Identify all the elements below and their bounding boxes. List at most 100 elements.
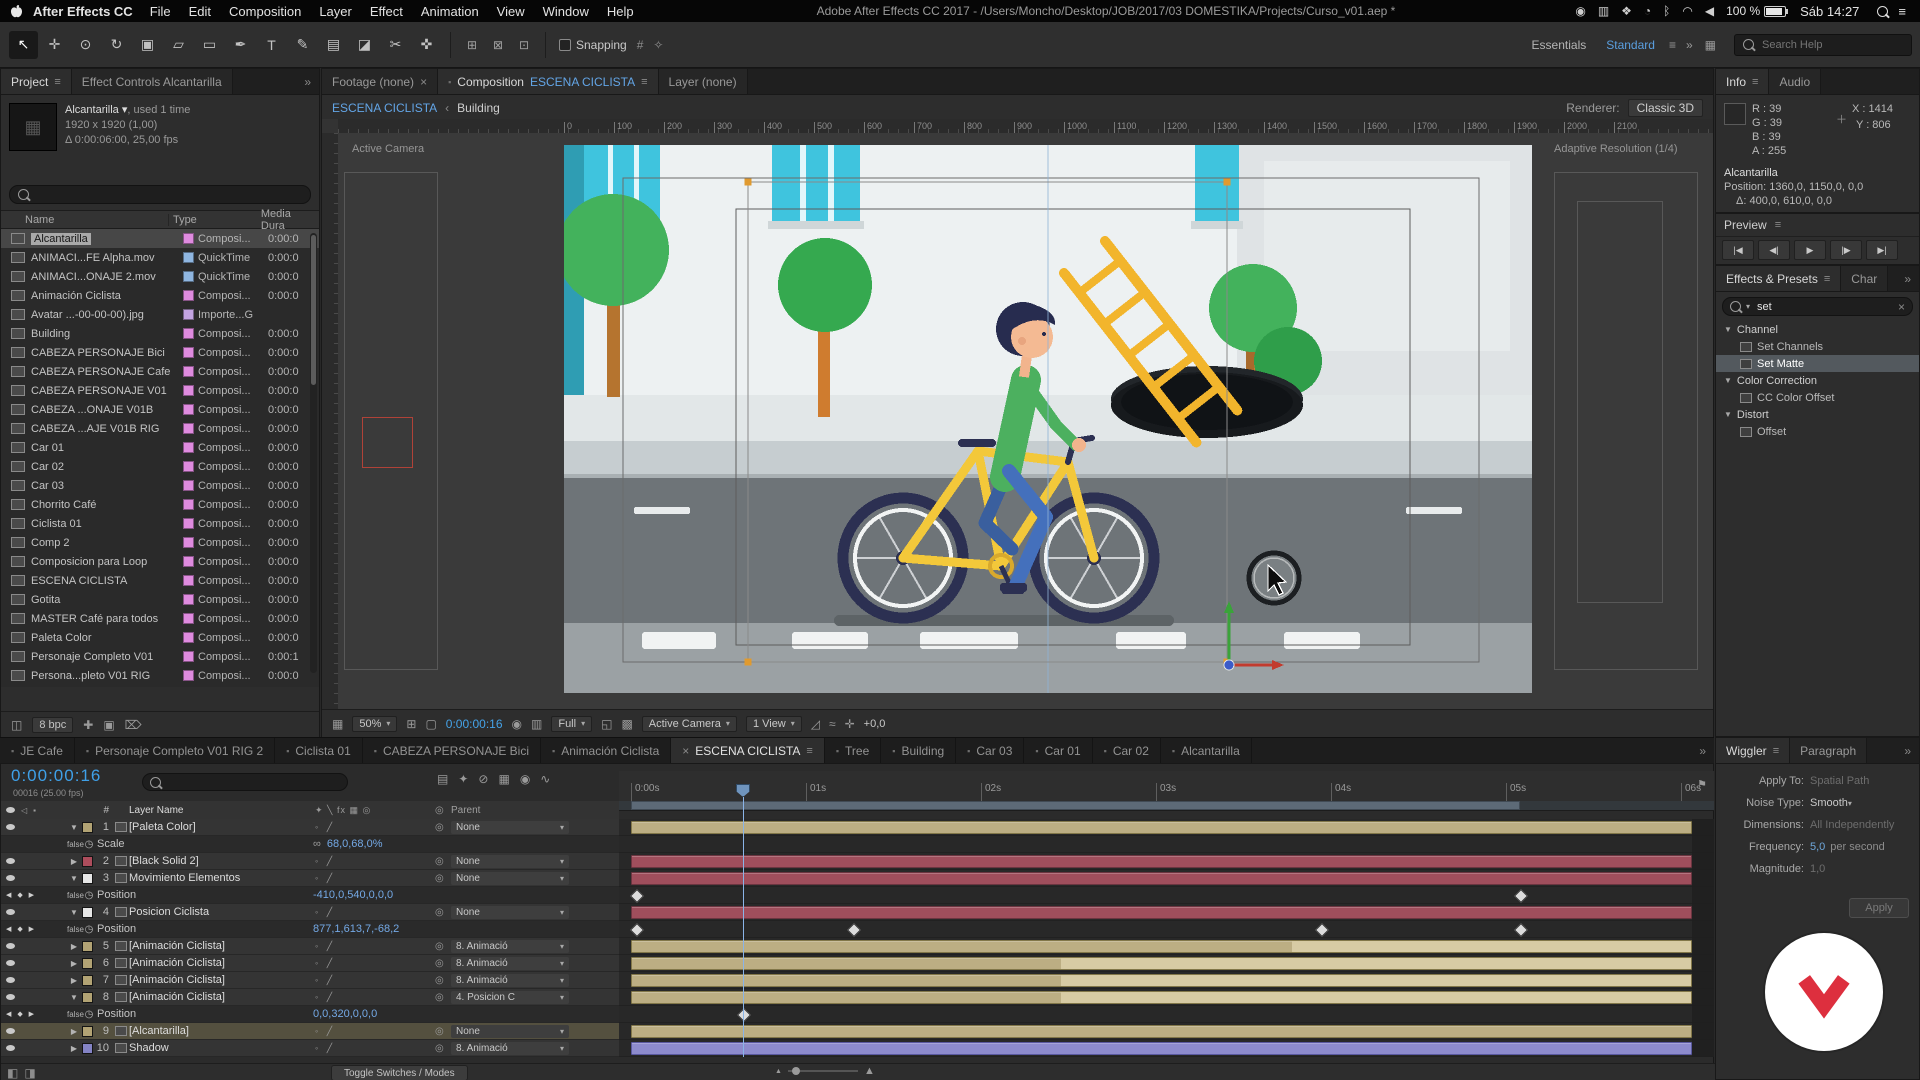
keyframe[interactable]: [630, 922, 645, 938]
timeline-property-row[interactable]: ◀ ◆ ▶ false ◷ Position 877,1,613,7,-68,2: [1, 921, 619, 938]
project-item[interactable]: CABEZA ...AJE V01B RIG Composi... 0:00:0: [1, 419, 319, 438]
project-item[interactable]: CABEZA PERSONAJE Bici Composi... 0:00:0: [1, 343, 319, 362]
renderer-value-button[interactable]: Classic 3D: [1627, 98, 1703, 117]
effects-category[interactable]: ▼ Color Correction: [1716, 372, 1919, 389]
parent-pick-whip-icon[interactable]: ◎: [435, 941, 451, 952]
layer-switches[interactable]: ◦ ╱: [315, 958, 435, 969]
label-color-chip[interactable]: [81, 940, 93, 952]
parent-select[interactable]: 8. Animació ▾: [451, 939, 569, 953]
workspace-essentials[interactable]: Essentials: [1522, 38, 1597, 52]
project-item[interactable]: Composicion para Loop Composi... 0:00:0: [1, 552, 319, 571]
chevron-down-icon[interactable]: ▼: [1724, 410, 1732, 419]
close-tab-icon[interactable]: ×: [420, 75, 427, 89]
column-type[interactable]: Type: [167, 213, 257, 226]
first-frame-button[interactable]: |◀: [1722, 240, 1754, 260]
app-status-icon[interactable]: ❖: [1615, 4, 1638, 18]
tab-paragraph[interactable]: Paragraph: [1790, 738, 1868, 763]
layer-switches[interactable]: ◦ ╱: [315, 1026, 435, 1037]
view-axis-mode[interactable]: ⊡: [512, 31, 536, 59]
timeline-search-input[interactable]: [166, 775, 320, 789]
expander-icon[interactable]: ▶: [67, 1044, 81, 1053]
project-item[interactable]: ANIMACI...FE Alpha.mov QuickTime 0:00:0: [1, 248, 319, 267]
video-column-icon[interactable]: [6, 807, 15, 813]
panel-menu-icon[interactable]: ≡: [1752, 76, 1758, 88]
parent-pick-whip-icon[interactable]: ◎: [435, 958, 451, 969]
layer-duration-bar[interactable]: [631, 1025, 1692, 1038]
magnification-select[interactable]: 50% ▾: [352, 715, 398, 732]
project-item[interactable]: Persona...pleto V01 RIG Composi... 0:00:0: [1, 666, 319, 685]
menu-effect[interactable]: Effect: [361, 4, 412, 19]
timeline-layer-row[interactable]: ▶ 2 [Black Solid 2] ◦ ╱ ◎ None ▾: [1, 853, 619, 870]
project-item[interactable]: Alcantarilla Composi... 0:00:0: [1, 229, 319, 248]
volume-icon[interactable]: ◀: [1699, 4, 1720, 18]
tab-footage[interactable]: Footage (none) ×: [322, 69, 439, 94]
displays-icon[interactable]: ▥: [1592, 4, 1615, 18]
label-color-chip[interactable]: [81, 821, 93, 833]
timeline-comp-tab[interactable]: ▪ Car 02: [1093, 738, 1161, 764]
expander-icon[interactable]: ▶: [67, 942, 81, 951]
timeline-comp-tab[interactable]: × ESCENA CICLISTA ≡: [671, 738, 825, 764]
snap-to-grid-icon[interactable]: #: [637, 38, 644, 52]
project-item[interactable]: Comp 2 Composi... 0:00:0: [1, 533, 319, 552]
interpret-footage-icon[interactable]: ◫: [11, 718, 22, 732]
expander-icon[interactable]: ▶: [67, 857, 81, 866]
parent-select[interactable]: None ▾: [451, 871, 569, 885]
project-item[interactable]: Car 03 Composi... 0:00:0: [1, 476, 319, 495]
keyframe-nav-arrows[interactable]: ◀ ◆ ▶: [6, 891, 36, 899]
zoom-in-icon[interactable]: ▲: [864, 1065, 875, 1077]
timeline-comp-tab[interactable]: ▪ Alcantarilla: [1161, 738, 1252, 764]
view-layout-select[interactable]: 1 View ▾: [745, 715, 802, 732]
timeline-property-row[interactable]: false ◷ Scale ∞ 68,0,68,0%: [1, 836, 619, 853]
panel-menu-icon[interactable]: ≡: [641, 76, 647, 88]
breadcrumb-comp[interactable]: ESCENA CICLISTA: [332, 101, 437, 115]
toggle-switches-modes-button[interactable]: Toggle Switches / Modes: [331, 1065, 468, 1080]
new-folder-icon[interactable]: ✚: [83, 718, 93, 732]
project-item[interactable]: MASTER Café para todos Composi... 0:00:0: [1, 609, 319, 628]
column-layer-name[interactable]: Layer Name: [129, 805, 315, 816]
label-color-chip[interactable]: [81, 872, 93, 884]
parent-select[interactable]: 4. Posicion C ▾: [451, 990, 569, 1004]
apply-button[interactable]: Apply: [1849, 898, 1909, 918]
timeline-layer-row[interactable]: ▼ 8 [Animación Ciclista] ◦ ╱ ◎ 4. Posicion C ▾: [1, 989, 619, 1006]
search-options-chevron[interactable]: ▾: [1746, 302, 1750, 311]
selection-tool[interactable]: ↖: [9, 30, 38, 59]
layer-name[interactable]: Posicion Ciclista: [129, 906, 315, 918]
label-color-chip[interactable]: [81, 957, 93, 969]
menu-animation[interactable]: Animation: [412, 4, 488, 19]
effect-item[interactable]: Set Matte: [1716, 355, 1919, 372]
parent-select[interactable]: None ▾: [451, 905, 569, 919]
project-item[interactable]: CABEZA ...ONAJE V01B Composi... 0:00:0: [1, 400, 319, 419]
eye-icon[interactable]: [6, 1028, 15, 1034]
workspace-grid-icon[interactable]: ▦: [1699, 38, 1722, 52]
zoom-out-icon[interactable]: ▲: [775, 1068, 782, 1075]
effects-category[interactable]: ▼ Distort: [1716, 406, 1919, 423]
timeline-layer-row[interactable]: ▶ 5 [Animación Ciclista] ◦ ╱ ◎ 8. Animació ▾: [1, 938, 619, 955]
property-name[interactable]: Scale: [97, 838, 313, 850]
project-item[interactable]: Gotita Composi... 0:00:0: [1, 590, 319, 609]
hand-tool[interactable]: ✛: [40, 31, 69, 59]
mask-visibility-icon[interactable]: ▢: [425, 717, 436, 731]
current-timecode[interactable]: 0:00:00:16: [11, 766, 101, 786]
work-area-bar[interactable]: [631, 801, 1520, 810]
siri-icon[interactable]: ◉: [1569, 4, 1591, 18]
pan-behind-tool[interactable]: ▱: [164, 31, 193, 59]
tab-info[interactable]: Info ≡: [1716, 69, 1770, 94]
panel-menu-icon[interactable]: ≡: [54, 76, 60, 88]
stopwatch-icon[interactable]: ◷: [81, 924, 97, 935]
region-of-interest-icon[interactable]: ◱: [601, 717, 612, 731]
parent-pick-whip-icon[interactable]: ◎: [435, 873, 451, 884]
timeline-layer-row[interactable]: ▼ 3 Movimiento Elementos ◦ ╱ ◎ None ▾: [1, 870, 619, 887]
project-search-input[interactable]: [35, 187, 259, 202]
menu-bar-clock[interactable]: Sáb 14:27: [1800, 4, 1859, 19]
expander-icon[interactable]: ▼: [67, 874, 81, 883]
project-item[interactable]: Paleta Color Composi... 0:00:0: [1, 628, 319, 647]
keyframe-nav-arrows[interactable]: ◀ ◆ ▶: [6, 925, 36, 933]
keyframe[interactable]: [847, 922, 862, 938]
timeline-layer-row[interactable]: ▶ 10 Shadow ◦ ╱ ◎ 8. Animació ▾: [1, 1040, 619, 1057]
project-item[interactable]: Car 01 Composi... 0:00:0: [1, 438, 319, 457]
keyframe[interactable]: [630, 888, 645, 904]
app-menu-name[interactable]: After Effects CC: [33, 4, 133, 19]
option-value[interactable]: Smooth: [1810, 797, 1848, 809]
effects-search-input[interactable]: [1755, 299, 1880, 314]
layer-name[interactable]: [Alcantarilla]: [129, 1025, 315, 1037]
